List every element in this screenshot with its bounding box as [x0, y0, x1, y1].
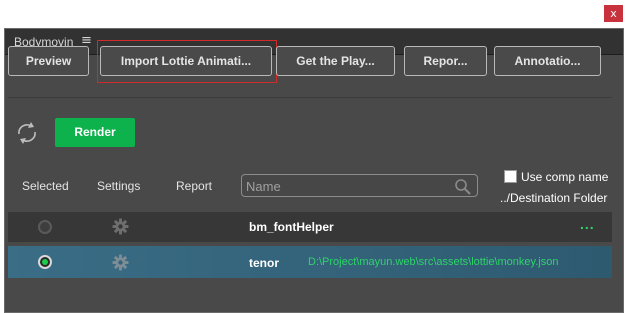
- composition-name: tenor: [249, 256, 279, 270]
- select-radio[interactable]: [38, 255, 52, 269]
- annotations-button[interactable]: Annotatio...: [494, 46, 601, 76]
- composition-name: bm_fontHelper: [249, 220, 334, 234]
- divider: [8, 97, 612, 98]
- search-field: [241, 174, 478, 197]
- column-selected[interactable]: Selected: [22, 179, 69, 193]
- column-report[interactable]: Report: [176, 179, 212, 193]
- use-comp-name-checkbox[interactable]: [504, 170, 517, 183]
- get-player-button[interactable]: Get the Play...: [276, 46, 395, 76]
- search-input[interactable]: [246, 177, 446, 195]
- close-button[interactable]: x: [604, 5, 623, 22]
- report-button[interactable]: Repor...: [404, 46, 487, 76]
- search-icon[interactable]: [454, 178, 472, 195]
- destination-folder-label: ../Destination Folder: [500, 191, 608, 205]
- more-options-button[interactable]: ...: [580, 216, 595, 232]
- use-comp-name-label: Use comp name: [521, 170, 609, 184]
- gear-icon[interactable]: [112, 218, 129, 235]
- render-button[interactable]: Render: [55, 118, 135, 147]
- select-radio[interactable]: [38, 220, 52, 234]
- destination-path-link[interactable]: D:\Project\mayun.web\src\assets\lottie\m…: [308, 256, 558, 268]
- composition-row[interactable]: bm_fontHelper ...: [8, 212, 612, 242]
- refresh-icon[interactable]: [14, 120, 40, 146]
- gear-icon[interactable]: [112, 254, 129, 271]
- composition-row-selected[interactable]: tenor D:\Project\mayun.web\src\assets\lo…: [8, 246, 612, 278]
- column-settings[interactable]: Settings: [97, 179, 140, 193]
- selection-highlight: [97, 40, 277, 83]
- preview-button[interactable]: Preview: [8, 46, 89, 76]
